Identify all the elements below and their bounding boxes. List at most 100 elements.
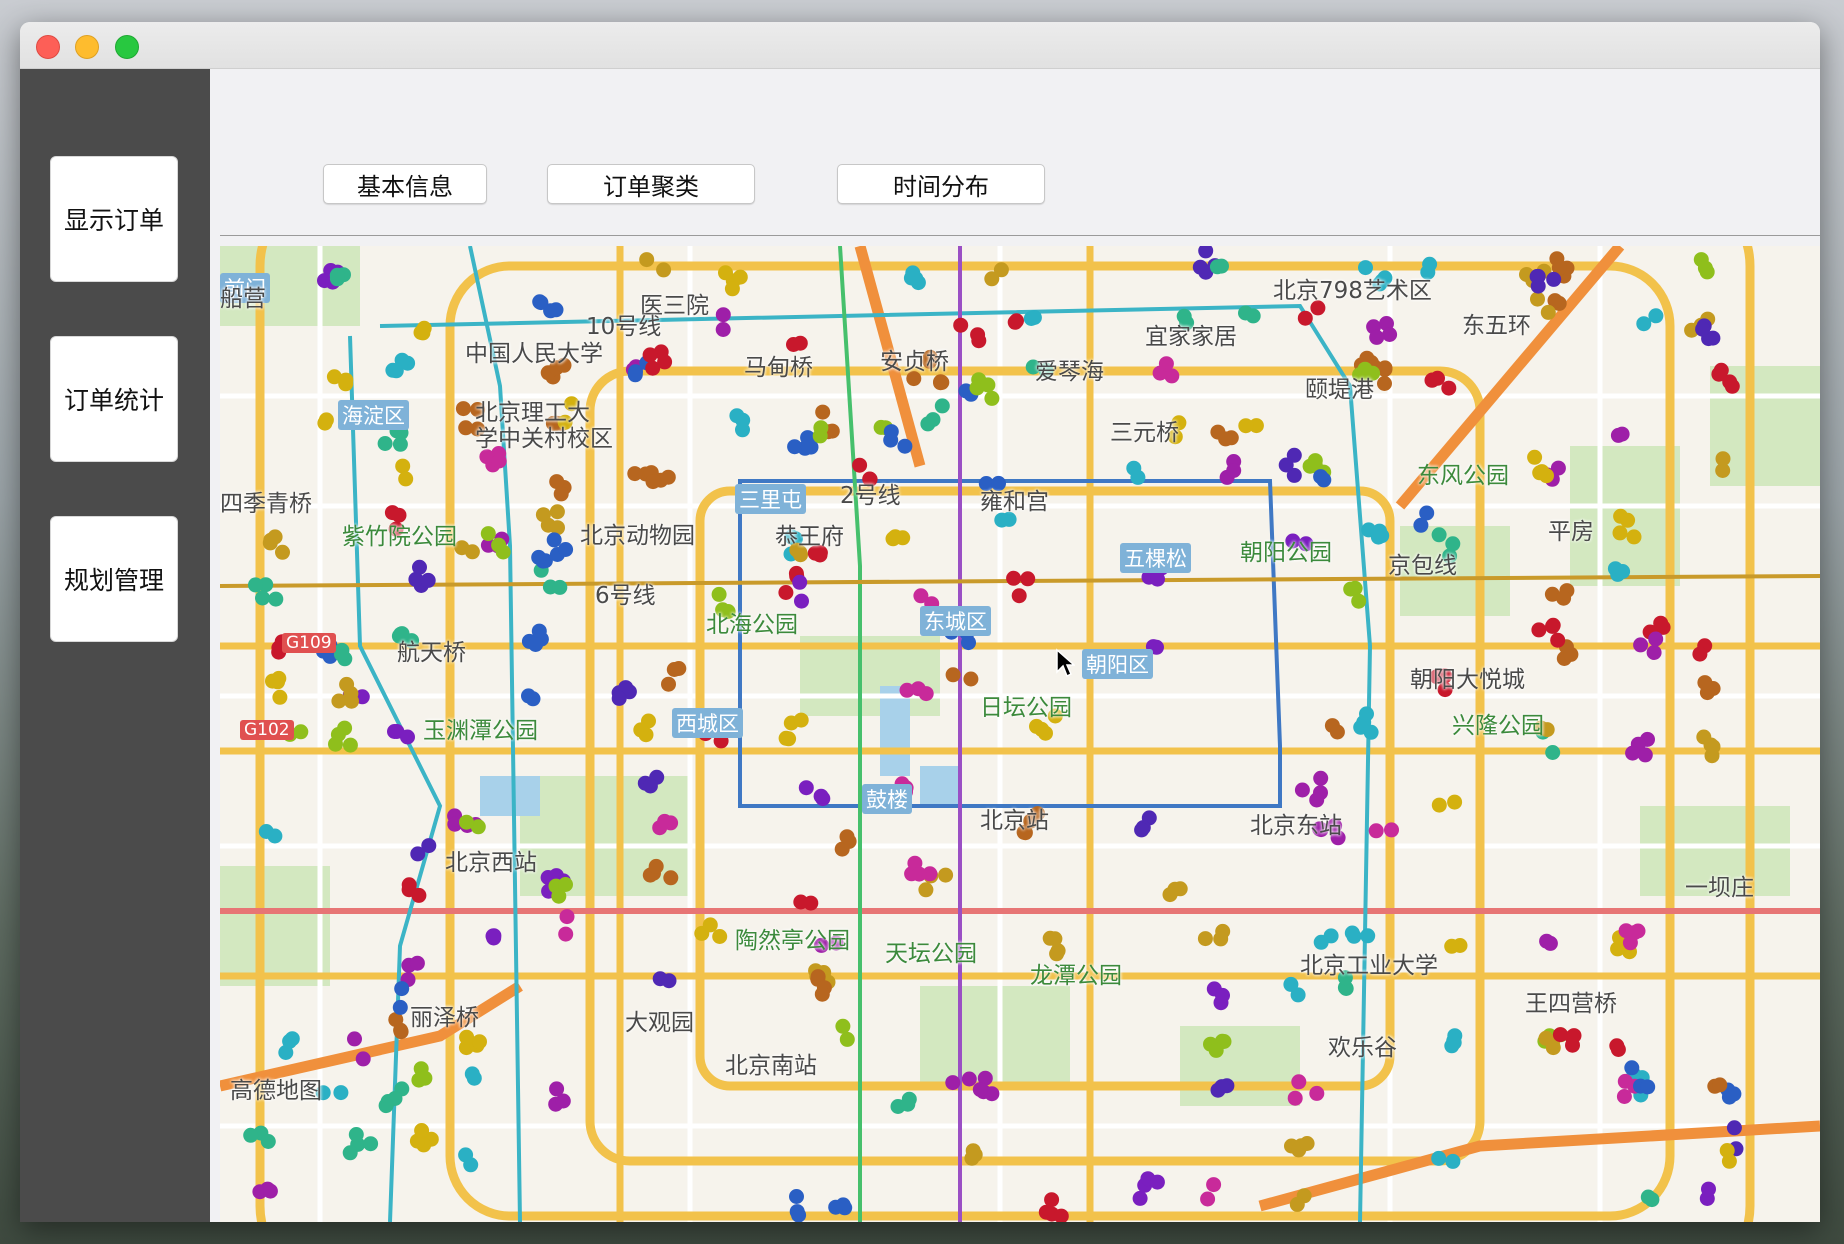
order-dot[interactable]: [1290, 987, 1306, 1003]
order-dot[interactable]: [1198, 246, 1214, 259]
order-dot[interactable]: [394, 981, 410, 997]
order-dot[interactable]: [548, 302, 564, 318]
order-dot[interactable]: [267, 529, 283, 545]
order-dot[interactable]: [262, 1183, 278, 1199]
order-dot[interactable]: [395, 458, 411, 474]
order-dot[interactable]: [317, 415, 333, 431]
order-dot[interactable]: [1313, 469, 1329, 485]
order-dot[interactable]: [648, 858, 664, 874]
order-dot[interactable]: [1047, 931, 1063, 947]
order-dot[interactable]: [421, 838, 437, 854]
order-dot[interactable]: [1445, 1153, 1461, 1169]
order-dot[interactable]: [1620, 512, 1636, 528]
order-dot[interactable]: [715, 322, 731, 337]
order-dot[interactable]: [627, 466, 643, 482]
order-dot[interactable]: [1007, 314, 1023, 330]
close-window-button[interactable]: [36, 35, 60, 59]
order-dot[interactable]: [918, 686, 934, 702]
order-dot[interactable]: [1624, 1060, 1640, 1076]
order-dot[interactable]: [1719, 1143, 1735, 1158]
order-dot[interactable]: [258, 824, 274, 839]
order-dot[interactable]: [645, 474, 661, 490]
order-dot[interactable]: [347, 1031, 362, 1047]
order-dot[interactable]: [532, 294, 548, 310]
order-dot[interactable]: [711, 586, 727, 602]
order-dot[interactable]: [1360, 928, 1376, 944]
order-dot[interactable]: [1291, 1074, 1307, 1090]
order-dot[interactable]: [472, 1034, 487, 1050]
order-dot[interactable]: [778, 730, 794, 746]
order-dot[interactable]: [1712, 1077, 1728, 1093]
order-dot[interactable]: [702, 917, 718, 933]
order-dot[interactable]: [1626, 529, 1642, 545]
order-dot[interactable]: [458, 1147, 474, 1163]
order-dot[interactable]: [1646, 645, 1662, 660]
order-dot[interactable]: [333, 1085, 349, 1101]
order-dot[interactable]: [972, 1082, 988, 1098]
order-dot[interactable]: [531, 623, 547, 639]
order-dot[interactable]: [549, 504, 565, 520]
order-dot[interactable]: [414, 1123, 430, 1138]
order-dot[interactable]: [1011, 588, 1027, 604]
order-dot[interactable]: [1210, 424, 1226, 440]
order-dot[interactable]: [272, 689, 288, 705]
order-dot[interactable]: [1134, 822, 1150, 838]
order-dot[interactable]: [1126, 460, 1142, 476]
order-dot[interactable]: [411, 887, 427, 903]
order-dot[interactable]: [377, 436, 393, 451]
order-dot[interactable]: [1382, 327, 1398, 342]
order-dot[interactable]: [1372, 523, 1387, 539]
order-dot[interactable]: [735, 422, 750, 438]
order-dot[interactable]: [1006, 570, 1022, 586]
order-dot[interactable]: [392, 999, 408, 1015]
order-dot[interactable]: [1431, 527, 1447, 543]
order-dot[interactable]: [945, 1075, 961, 1091]
order-dot[interactable]: [642, 347, 658, 363]
order-dot[interactable]: [789, 1189, 804, 1204]
order-dot[interactable]: [355, 1051, 371, 1067]
order-dot[interactable]: [899, 682, 915, 698]
order-dot[interactable]: [1530, 268, 1546, 284]
order-dot[interactable]: [712, 929, 728, 944]
order-dot[interactable]: [814, 986, 830, 1002]
order-dot[interactable]: [1424, 372, 1440, 388]
order-dot[interactable]: [798, 780, 814, 796]
order-dot[interactable]: [1648, 308, 1664, 324]
order-dot[interactable]: [984, 390, 1000, 406]
order-dot[interactable]: [918, 882, 934, 898]
order-dot[interactable]: [1307, 453, 1323, 469]
order-dot[interactable]: [660, 469, 676, 485]
order-dot[interactable]: [344, 693, 359, 709]
order-dot[interactable]: [639, 252, 655, 268]
tab-time-distribution[interactable]: 时间分布: [837, 164, 1045, 204]
order-dot[interactable]: [338, 372, 354, 388]
order-dot[interactable]: [1238, 418, 1254, 434]
order-dot[interactable]: [984, 271, 1000, 287]
order-dot[interactable]: [282, 1033, 298, 1049]
order-dot[interactable]: [1359, 706, 1374, 722]
order-dot[interactable]: [1563, 646, 1579, 662]
order-dot[interactable]: [1637, 747, 1653, 763]
order-dot[interactable]: [1431, 797, 1447, 813]
order-dot[interactable]: [718, 265, 733, 281]
order-dot[interactable]: [525, 691, 541, 707]
order-dot[interactable]: [1715, 451, 1731, 467]
order-dot[interactable]: [661, 676, 676, 692]
order-dot[interactable]: [1550, 632, 1566, 648]
order-dot[interactable]: [1614, 426, 1630, 442]
order-dot[interactable]: [661, 973, 677, 989]
order-dot[interactable]: [1034, 721, 1050, 737]
order-dot[interactable]: [491, 453, 507, 469]
order-dot[interactable]: [1648, 631, 1664, 647]
planning-manage-button[interactable]: 规划管理: [50, 516, 178, 642]
order-dot[interactable]: [1289, 1196, 1305, 1212]
order-dot[interactable]: [1329, 724, 1345, 740]
order-dot[interactable]: [963, 671, 979, 687]
order-dot[interactable]: [787, 439, 803, 455]
order-dot[interactable]: [1215, 987, 1230, 1003]
order-dot[interactable]: [546, 532, 562, 548]
order-dot[interactable]: [558, 542, 574, 557]
order-dot[interactable]: [732, 269, 748, 285]
order-dot[interactable]: [1545, 745, 1561, 760]
order-dot[interactable]: [715, 307, 731, 323]
